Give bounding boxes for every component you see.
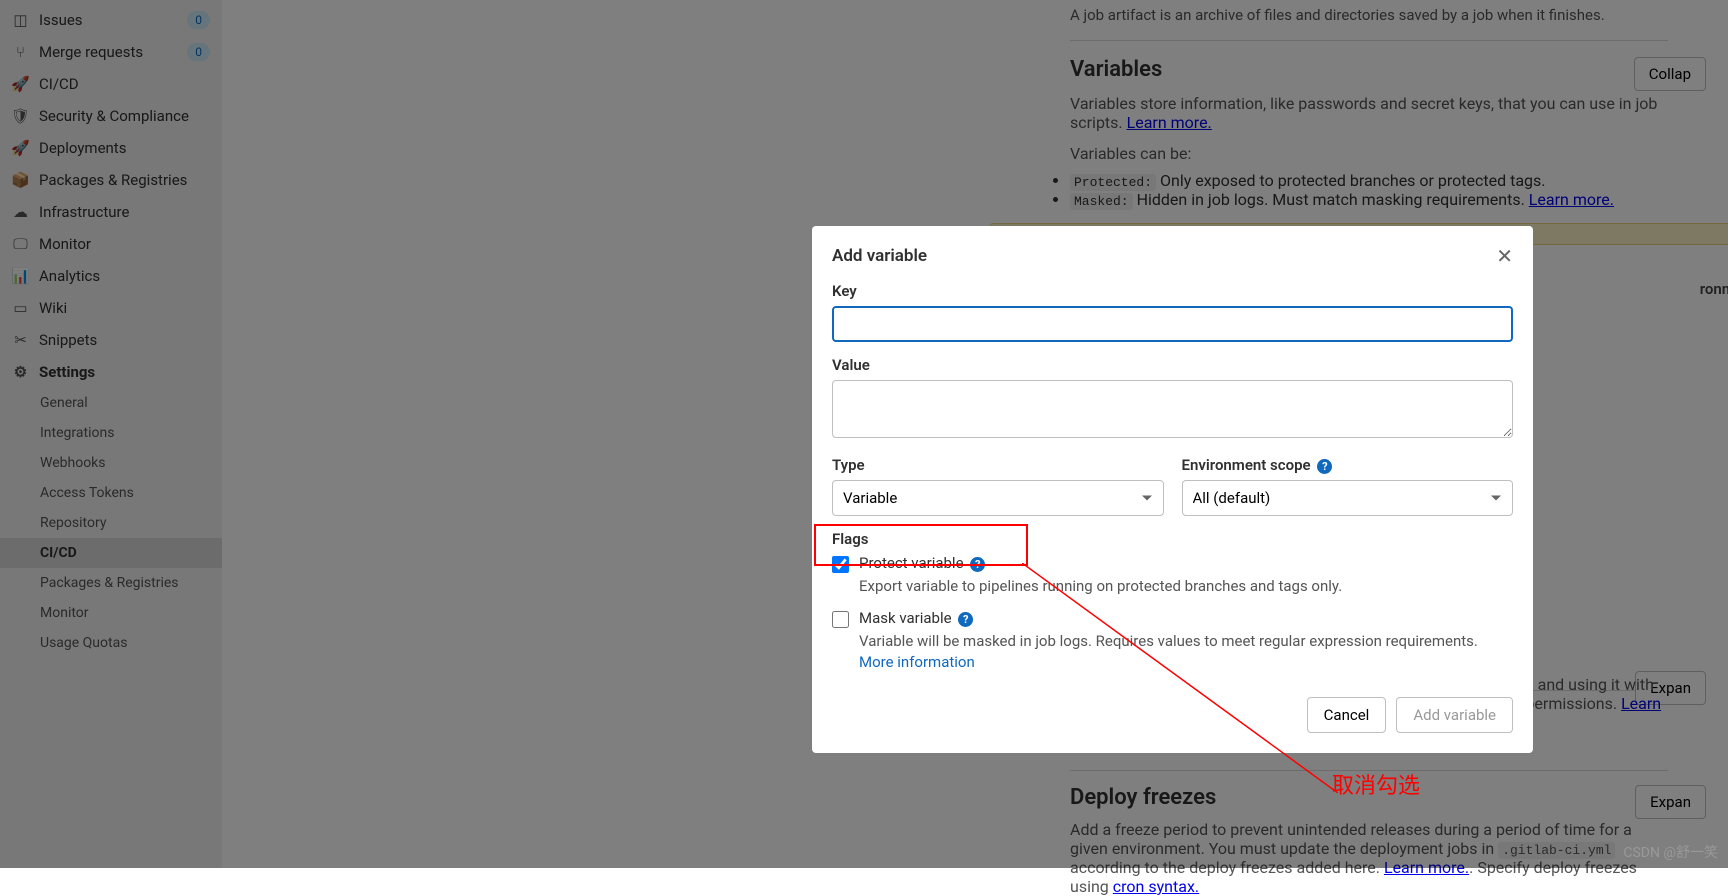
protect-variable-checkbox[interactable] <box>832 556 849 573</box>
key-input[interactable] <box>832 306 1513 342</box>
mask-variable-desc: Variable will be masked in job logs. Req… <box>859 631 1513 673</box>
add-variable-modal: Add variable ✕ Key Value Type Variable E… <box>812 226 1533 753</box>
more-info-link[interactable]: More information <box>859 653 975 671</box>
help-icon[interactable]: ? <box>958 612 973 627</box>
protect-variable-desc: Export variable to pipelines running on … <box>859 576 1513 597</box>
env-scope-select[interactable]: All (default) <box>1182 480 1514 516</box>
help-icon[interactable]: ? <box>1317 459 1332 474</box>
cron-link[interactable]: cron syntax. <box>1113 877 1199 896</box>
annotation-text: 取消勾选 <box>1332 768 1420 800</box>
mask-variable-label: Mask variable ? <box>859 609 973 627</box>
protect-variable-label: Protect variable ? <box>859 554 985 572</box>
watermark: CSDN @舒一笑 <box>1623 842 1718 862</box>
flags-label: Flags <box>832 530 1513 548</box>
help-icon[interactable]: ? <box>970 557 985 572</box>
modal-title: Add variable <box>832 246 927 266</box>
cancel-button[interactable]: Cancel <box>1307 697 1387 733</box>
env-scope-label: Environment scope ? <box>1182 456 1514 474</box>
close-button[interactable]: ✕ <box>1496 244 1513 268</box>
mask-variable-checkbox[interactable] <box>832 611 849 628</box>
type-select[interactable]: Variable <box>832 480 1164 516</box>
type-label: Type <box>832 456 1164 474</box>
value-label: Value <box>832 356 1513 374</box>
key-label: Key <box>832 282 1513 300</box>
value-textarea[interactable] <box>832 380 1513 438</box>
add-variable-button[interactable]: Add variable <box>1396 697 1513 733</box>
